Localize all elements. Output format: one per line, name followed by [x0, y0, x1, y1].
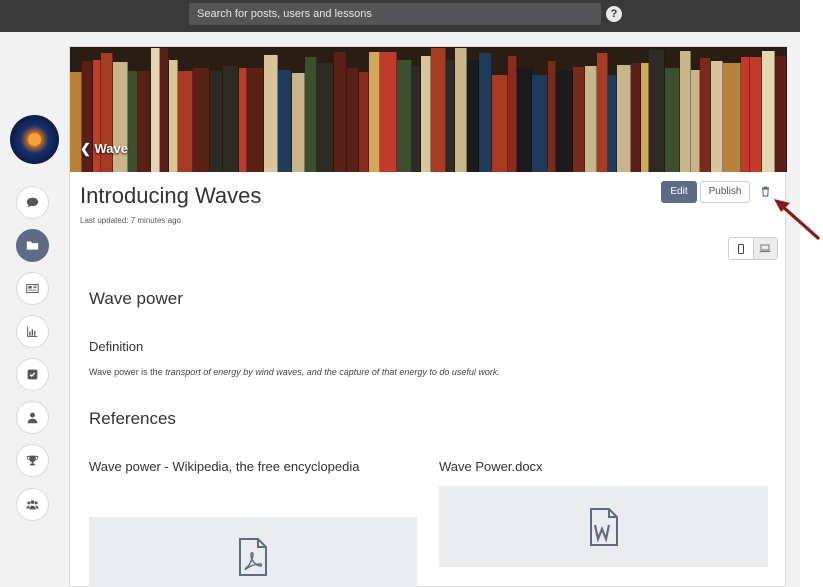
- sidebar-item-achievements[interactable]: [16, 444, 49, 477]
- definition-text: Wave power is the transport of energy by…: [89, 367, 500, 377]
- book-spine: [210, 70, 224, 172]
- book-spine: [277, 69, 293, 172]
- reference-title[interactable]: Wave power - Wikipedia, the free encyclo…: [89, 459, 359, 474]
- book-spine: [664, 68, 680, 172]
- section-heading: Wave power: [89, 289, 183, 308]
- book-spine: [479, 53, 492, 172]
- lesson-card: ❮ Wave Introducing Waves Last updated: 7…: [69, 46, 787, 587]
- sidebar-item-comments[interactable]: [16, 186, 49, 219]
- book-spine: [710, 60, 724, 172]
- book-spine: [572, 67, 586, 172]
- annotation-arrow-icon: [774, 199, 820, 240]
- book-spine: [585, 65, 598, 172]
- top-bar: Search for posts, users and lessons ?: [0, 0, 800, 32]
- sidebar-item-folders[interactable]: [16, 229, 49, 262]
- page-title: Introducing Waves: [80, 183, 262, 208]
- book-spine: [304, 57, 317, 172]
- bookshelf-image: [70, 47, 787, 172]
- book-spine: [263, 54, 278, 172]
- search-input[interactable]: Search for posts, users and lessons: [189, 3, 601, 25]
- book-spine: [70, 72, 83, 172]
- user-icon: [27, 412, 38, 424]
- book-spine: [548, 60, 557, 172]
- book-spine: [192, 68, 211, 172]
- book-spine: [379, 52, 397, 172]
- references-heading: References: [89, 409, 176, 428]
- book-spine: [749, 57, 763, 172]
- help-icon[interactable]: ?: [606, 6, 622, 22]
- book-spine: [740, 57, 750, 172]
- book-spine: [159, 48, 170, 172]
- book-spine: [631, 63, 641, 172]
- book-spine: [151, 48, 160, 172]
- book-spine: [649, 49, 665, 172]
- laptop-icon: [759, 244, 771, 253]
- book-spine: [430, 48, 447, 172]
- book-spine: [531, 74, 549, 172]
- newspaper-icon: [26, 283, 39, 294]
- sidebar-item-groups[interactable]: [16, 488, 49, 521]
- book-spine: [774, 55, 787, 172]
- page-right-margin: [800, 0, 823, 587]
- book-spine: [412, 65, 421, 172]
- sidebar-item-profile[interactable]: [16, 401, 49, 434]
- book-spine: [420, 55, 431, 172]
- book-spine: [358, 72, 370, 172]
- sidebar-item-stats[interactable]: [16, 315, 49, 348]
- reference-title[interactable]: Wave Power.docx: [439, 459, 543, 474]
- comment-icon: [26, 197, 39, 208]
- pdf-file-icon: [239, 538, 267, 576]
- book-spine: [640, 63, 650, 172]
- book-spine: [508, 55, 518, 172]
- edit-button[interactable]: Edit: [661, 181, 697, 203]
- book-spine: [556, 70, 573, 172]
- bar-chart-icon: [27, 326, 38, 337]
- mobile-icon: [737, 243, 744, 254]
- book-spine: [127, 70, 139, 172]
- sidebar-item-newspaper[interactable]: [16, 272, 49, 305]
- book-spine: [223, 65, 239, 172]
- folder-icon: [26, 241, 39, 250]
- chevron-left-icon: ❮: [80, 141, 95, 156]
- book-spine: [699, 58, 711, 172]
- book-spine: [169, 59, 179, 172]
- check-square-icon: [27, 369, 38, 380]
- publish-button[interactable]: Publish: [700, 181, 750, 203]
- book-spine: [491, 74, 509, 172]
- book-spine: [138, 70, 152, 172]
- back-link[interactable]: ❮ Wave: [80, 141, 128, 157]
- book-spine: [597, 53, 608, 172]
- book-spine: [517, 68, 532, 172]
- book-spine: [238, 68, 248, 172]
- book-spine: [762, 50, 775, 172]
- trophy-icon: [26, 455, 39, 466]
- users-icon: [26, 500, 39, 510]
- docx-preview[interactable]: [439, 486, 768, 567]
- pdf-preview[interactable]: [89, 517, 417, 587]
- book-spine: [247, 68, 264, 172]
- book-spine: [467, 59, 480, 172]
- book-spine: [396, 59, 413, 172]
- book-spine: [607, 74, 618, 172]
- book-spine: [346, 68, 359, 172]
- word-file-icon: [589, 507, 618, 546]
- book-spine: [617, 64, 632, 172]
- banner-image: ❮ Wave: [70, 47, 787, 172]
- avatar[interactable]: [10, 115, 59, 164]
- book-spine: [691, 69, 700, 172]
- mobile-view-button[interactable]: [729, 238, 753, 259]
- book-spine: [316, 63, 335, 172]
- definition-heading: Definition: [89, 339, 144, 354]
- book-spine: [679, 50, 692, 172]
- book-spine: [446, 59, 455, 172]
- book-spine: [178, 70, 193, 172]
- book-spine: [292, 73, 305, 172]
- book-spine: [369, 52, 380, 172]
- sidebar-item-tasks[interactable]: [16, 358, 49, 391]
- book-spine: [454, 48, 467, 172]
- book-spine: [723, 63, 741, 172]
- book-spine: [334, 52, 347, 172]
- last-updated: Last updated: 7 minutes ago: [80, 216, 181, 225]
